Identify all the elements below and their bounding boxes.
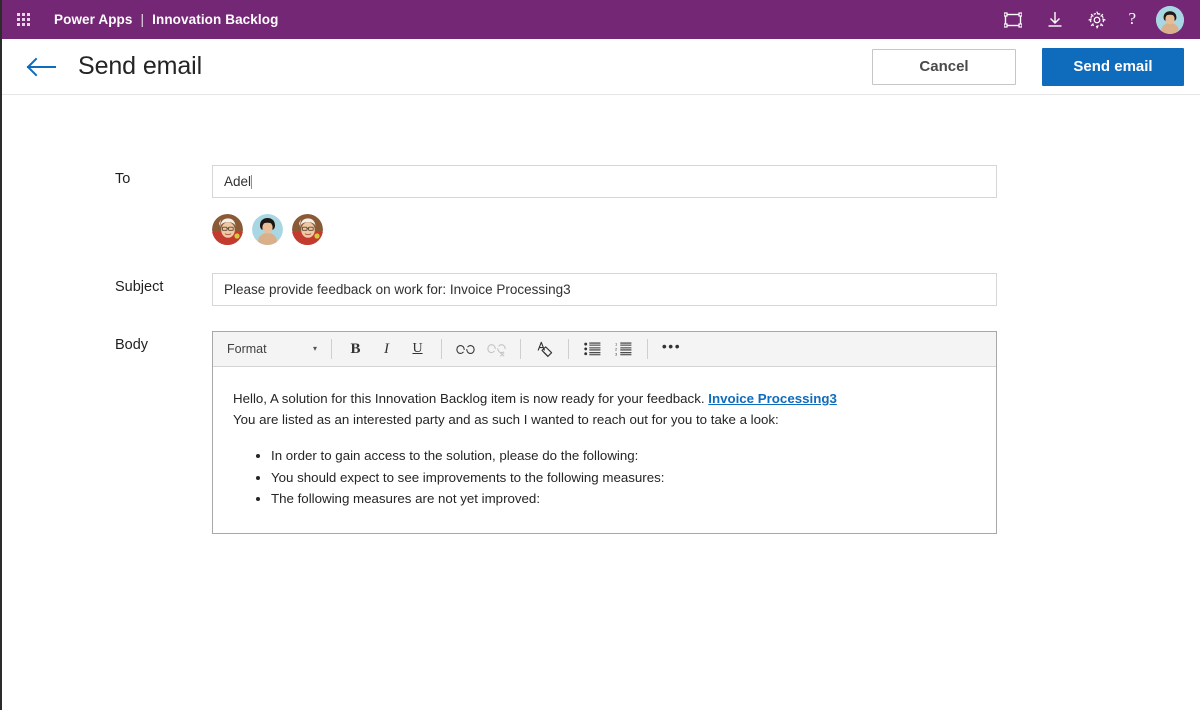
product-name: Power Apps xyxy=(54,12,133,27)
body-label: Body xyxy=(115,337,149,353)
clear-formatting-icon[interactable] xyxy=(531,336,558,362)
to-input[interactable]: Adel xyxy=(212,165,997,198)
list-item: The following measures are not yet impro… xyxy=(271,489,976,510)
command-bar: Send email Cancel Send email xyxy=(2,39,1200,95)
numbered-list-icon[interactable]: 1 2 3 xyxy=(610,336,637,362)
to-input-value: Adel xyxy=(224,174,252,189)
italic-button[interactable]: I xyxy=(373,336,400,362)
toolbar-divider xyxy=(331,339,332,359)
brand-area: Power Apps | Innovation Backlog xyxy=(54,12,278,27)
back-arrow-icon[interactable] xyxy=(24,52,58,82)
app-name: Innovation Backlog xyxy=(152,12,279,27)
toolbar-divider xyxy=(441,339,442,359)
bold-button[interactable]: B xyxy=(342,336,369,362)
format-dropdown[interactable]: Format ▾ xyxy=(219,336,323,362)
page-title: Send email xyxy=(78,52,203,80)
gear-icon[interactable] xyxy=(1086,9,1108,31)
rich-text-editor: Format ▾ B I U 1 2 3 ••• Hello, A soluti… xyxy=(212,331,997,534)
command-bar-actions: Cancel Send email xyxy=(872,47,1184,86)
app-header-bar: Power Apps | Innovation Backlog ? xyxy=(2,0,1200,39)
waffle-grid-glyph xyxy=(16,13,30,26)
toolbar-divider xyxy=(647,339,648,359)
body-line-1-text: Hello, A solution for this Innovation Ba… xyxy=(233,391,709,406)
cancel-button[interactable]: Cancel xyxy=(872,48,1016,85)
subject-row: Subject xyxy=(2,273,1200,306)
text-cursor xyxy=(251,174,253,189)
to-label: To xyxy=(115,171,131,187)
list-item: You should expect to see improvements to… xyxy=(271,468,976,489)
more-options-button[interactable]: ••• xyxy=(658,336,685,362)
to-row: To Adel xyxy=(2,165,1200,273)
download-icon[interactable] xyxy=(1044,9,1066,31)
person-avatar-2[interactable] xyxy=(252,214,283,245)
svg-text:3: 3 xyxy=(615,351,618,356)
person-avatar-1[interactable] xyxy=(212,214,243,245)
brand-separator: | xyxy=(140,12,145,27)
send-email-button[interactable]: Send email xyxy=(1042,47,1184,86)
link-icon[interactable] xyxy=(452,336,479,362)
format-dropdown-label: Format xyxy=(227,342,267,356)
body-bullet-list: In order to gain access to the solution,… xyxy=(233,446,976,510)
underline-button[interactable]: U xyxy=(404,336,431,362)
body-row: Body Format ▾ B I U 1 2 3 ••• Hello, A s… xyxy=(2,331,1200,534)
chevron-down-icon: ▾ xyxy=(312,344,317,353)
invoice-processing-link[interactable]: Invoice Processing3 xyxy=(708,391,837,406)
to-field-wrap: Adel xyxy=(212,165,1200,273)
help-icon[interactable]: ? xyxy=(1128,10,1136,29)
waffle-grid-icon[interactable] xyxy=(10,7,36,33)
body-editor-content[interactable]: Hello, A solution for this Innovation Ba… xyxy=(213,367,996,533)
list-item: In order to gain access to the solution,… xyxy=(271,446,976,467)
person-avatar-3[interactable] xyxy=(292,214,323,245)
app-header-actions: ? xyxy=(1002,5,1188,34)
bullet-list-icon[interactable] xyxy=(579,336,606,362)
toolbar-divider xyxy=(568,339,569,359)
fit-to-screen-icon[interactable] xyxy=(1002,9,1024,31)
email-form: To Adel Subject Please provide feedback … xyxy=(2,95,1200,534)
body-line-2: You are listed as an interested party an… xyxy=(233,411,779,427)
body-field-wrap: Format ▾ B I U 1 2 3 ••• Hello, A soluti… xyxy=(212,331,1200,534)
subject-field-wrap xyxy=(212,273,1200,306)
recipient-suggestions xyxy=(212,214,997,245)
unlink-icon xyxy=(483,336,510,362)
body-line-1: Hello, A solution for this Innovation Ba… xyxy=(233,389,976,410)
avatar[interactable] xyxy=(1156,5,1184,34)
toolbar-divider xyxy=(520,339,521,359)
editor-toolbar: Format ▾ B I U 1 2 3 ••• xyxy=(213,332,996,367)
subject-label: Subject xyxy=(115,279,164,295)
subject-input[interactable] xyxy=(212,273,997,306)
app-root: Power Apps | Innovation Backlog ? Send e… xyxy=(0,0,1200,710)
